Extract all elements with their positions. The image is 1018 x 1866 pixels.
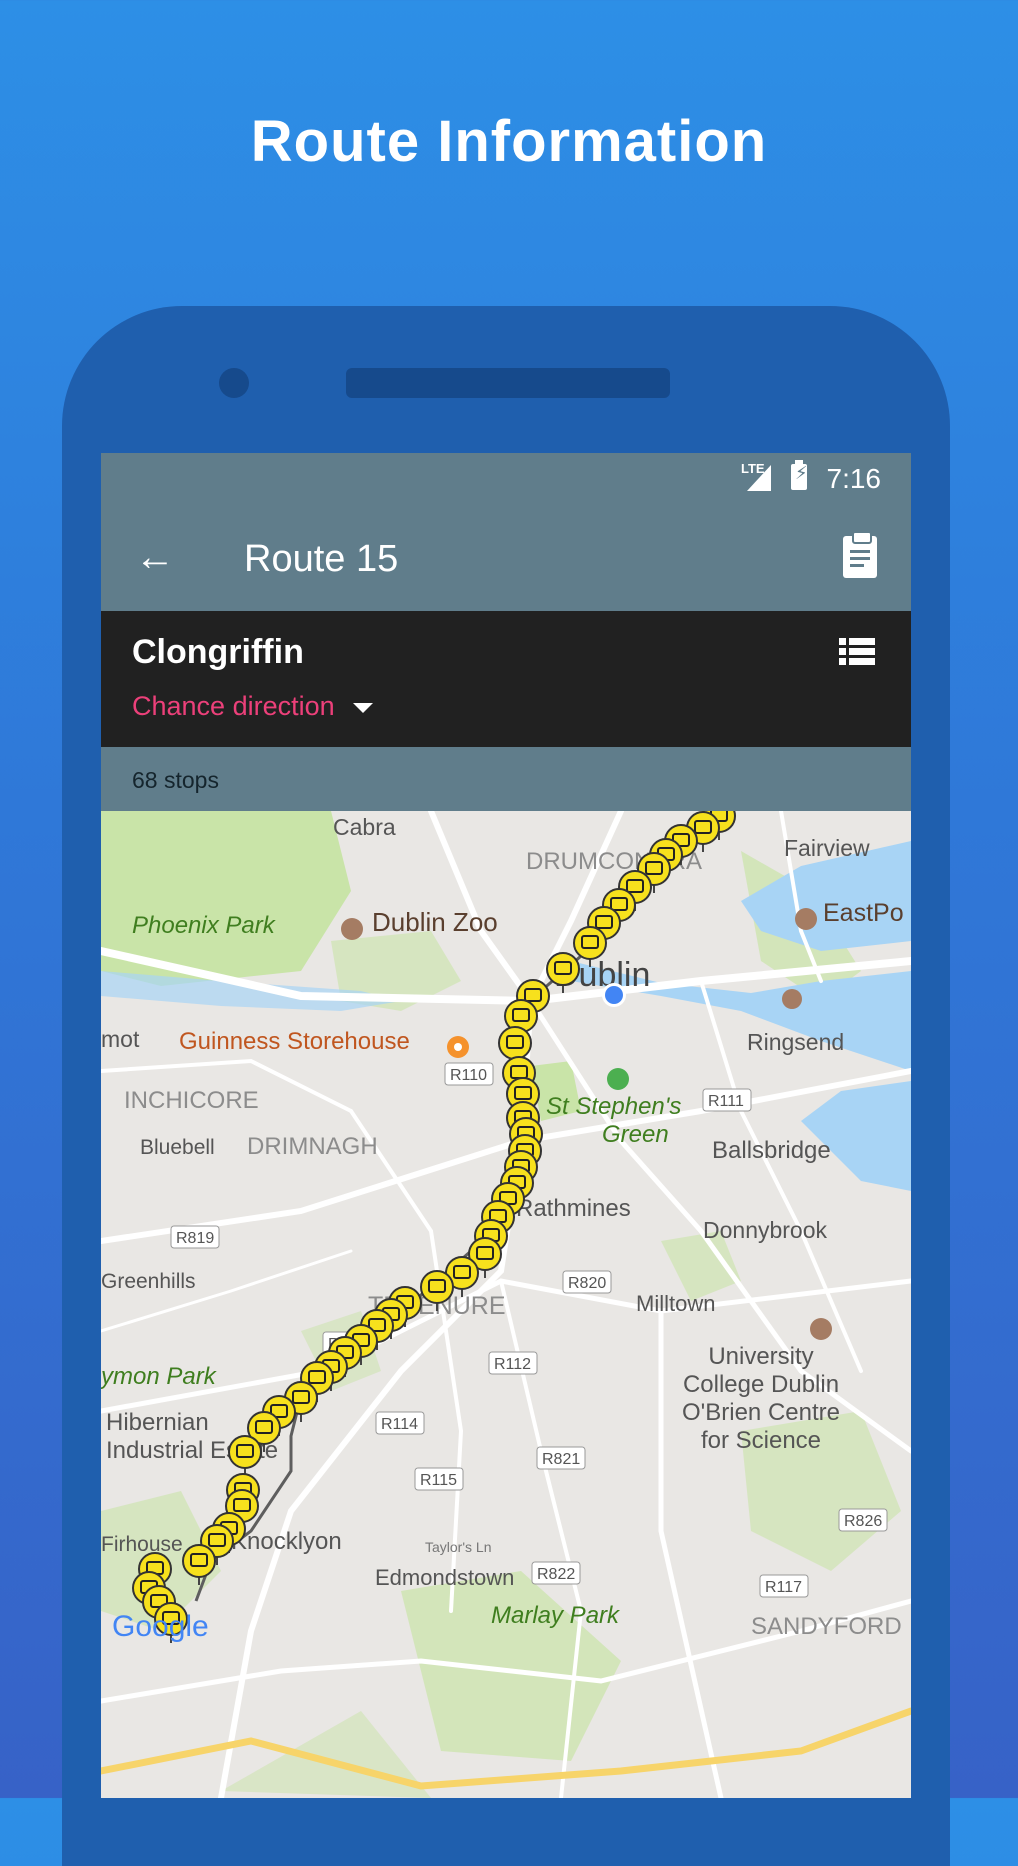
map-label-dublin-zoo: Dublin Zoo xyxy=(372,907,498,937)
map-label-inchicore: INCHICORE xyxy=(124,1087,259,1114)
map-label-st-stephens-1: St Stephen's xyxy=(546,1093,681,1120)
status-time: 7:16 xyxy=(826,463,882,494)
map-label-guinness: Guinness Storehouse xyxy=(179,1028,410,1055)
map-label-ucd-3: O'Brien Centre xyxy=(682,1399,840,1426)
map-label-phoenix-park: Phoenix Park xyxy=(132,912,277,939)
map-label-firhouse: Firhouse xyxy=(101,1533,183,1556)
map-label-rathmines: Rathmines xyxy=(516,1195,631,1222)
map-label-hibernian-1: Hibernian xyxy=(106,1409,209,1436)
google-attribution: Google xyxy=(112,1610,209,1643)
current-location-dot-icon xyxy=(605,986,623,1004)
map-label-greenhills: Greenhills xyxy=(101,1270,196,1293)
road-label-r822: R822 xyxy=(537,1566,575,1583)
map-label-bluebell: Bluebell xyxy=(140,1136,215,1159)
map-label-milltown: Milltown xyxy=(636,1291,715,1316)
map-label-fairview: Fairview xyxy=(784,835,870,861)
road-label-r110: R110 xyxy=(450,1067,487,1084)
clipboard-icon[interactable] xyxy=(843,531,877,578)
university-marker-icon xyxy=(810,1318,832,1340)
app-bar: ← Route 15 xyxy=(101,503,911,611)
road-label-r820: R820 xyxy=(568,1275,606,1292)
road-label-r821: R821 xyxy=(542,1451,580,1468)
park-marker-icon xyxy=(607,1068,629,1090)
signal-icon xyxy=(747,465,771,491)
road-label-r114: R114 xyxy=(381,1416,418,1433)
direction-header: Clongriffin Chance direction xyxy=(101,611,911,747)
map-label-ballsbridge: Ballsbridge xyxy=(712,1137,831,1164)
poi-marker-icon xyxy=(795,908,817,930)
map-label-drimnagh: DRIMNAGH xyxy=(247,1133,378,1160)
dropdown-caret-icon[interactable] xyxy=(353,703,373,713)
map-label-sandyford: SANDYFORD xyxy=(751,1613,902,1640)
status-bar: LTE ⚡ 7:16 xyxy=(101,453,911,503)
road-label-r112: R112 xyxy=(494,1356,531,1373)
map-label-ucd-1: University xyxy=(708,1343,813,1370)
theatre-marker-icon xyxy=(782,989,802,1009)
road-label-r111: R111 xyxy=(708,1093,744,1110)
road-label-r115: R115 xyxy=(420,1472,457,1489)
road-label-r819: R819 xyxy=(176,1230,214,1247)
map-label-knocklyon: Knocklyon xyxy=(231,1528,342,1555)
map-label-kilmainham: mot xyxy=(101,1026,140,1052)
stops-summary-bar: 68 stops xyxy=(101,747,911,811)
map-label-edmondstown: Edmondstown xyxy=(375,1565,514,1590)
map-label-eastpoint: EastPo xyxy=(823,899,904,927)
map-label-taylors-ln: Taylor's Ln xyxy=(425,1539,491,1555)
map-label-marlay-park: Marlay Park xyxy=(491,1602,621,1629)
map-label-donnybrook: Donnybrook xyxy=(703,1217,828,1243)
stops-count: 68 stops xyxy=(132,767,219,793)
destination-name: Clongriffin xyxy=(132,633,304,671)
map-label-st-stephens-2: Green xyxy=(602,1121,669,1148)
zoo-marker-icon xyxy=(341,918,363,940)
charging-icon: ⚡ xyxy=(795,463,808,483)
promo-title: Route Information xyxy=(250,109,768,174)
map-label-ucd-2: College Dublin xyxy=(683,1371,839,1398)
arrow-back-icon[interactable]: ← xyxy=(129,531,181,583)
route-title: Route 15 xyxy=(244,538,399,580)
route-map[interactable]: Cabra DRUMCONDRA Fairview Phoenix Park D… xyxy=(101,811,911,1798)
phone-speaker xyxy=(346,368,670,398)
map-label-ucd-4: for Science xyxy=(701,1427,821,1454)
map-label-tymon-park: ymon Park xyxy=(101,1363,218,1390)
road-label-r826: R826 xyxy=(844,1513,882,1530)
phone-camera xyxy=(219,368,249,398)
change-direction-button[interactable]: Chance direction xyxy=(132,691,335,722)
map-label-cabra: Cabra xyxy=(333,814,396,840)
app-screen: LTE ⚡ 7:16 ← Route 15 Clongriffin Chance… xyxy=(101,453,911,1798)
map-label-ringsend: Ringsend xyxy=(747,1029,844,1055)
road-label-r117: R117 xyxy=(765,1579,802,1596)
list-view-icon[interactable] xyxy=(839,638,875,666)
